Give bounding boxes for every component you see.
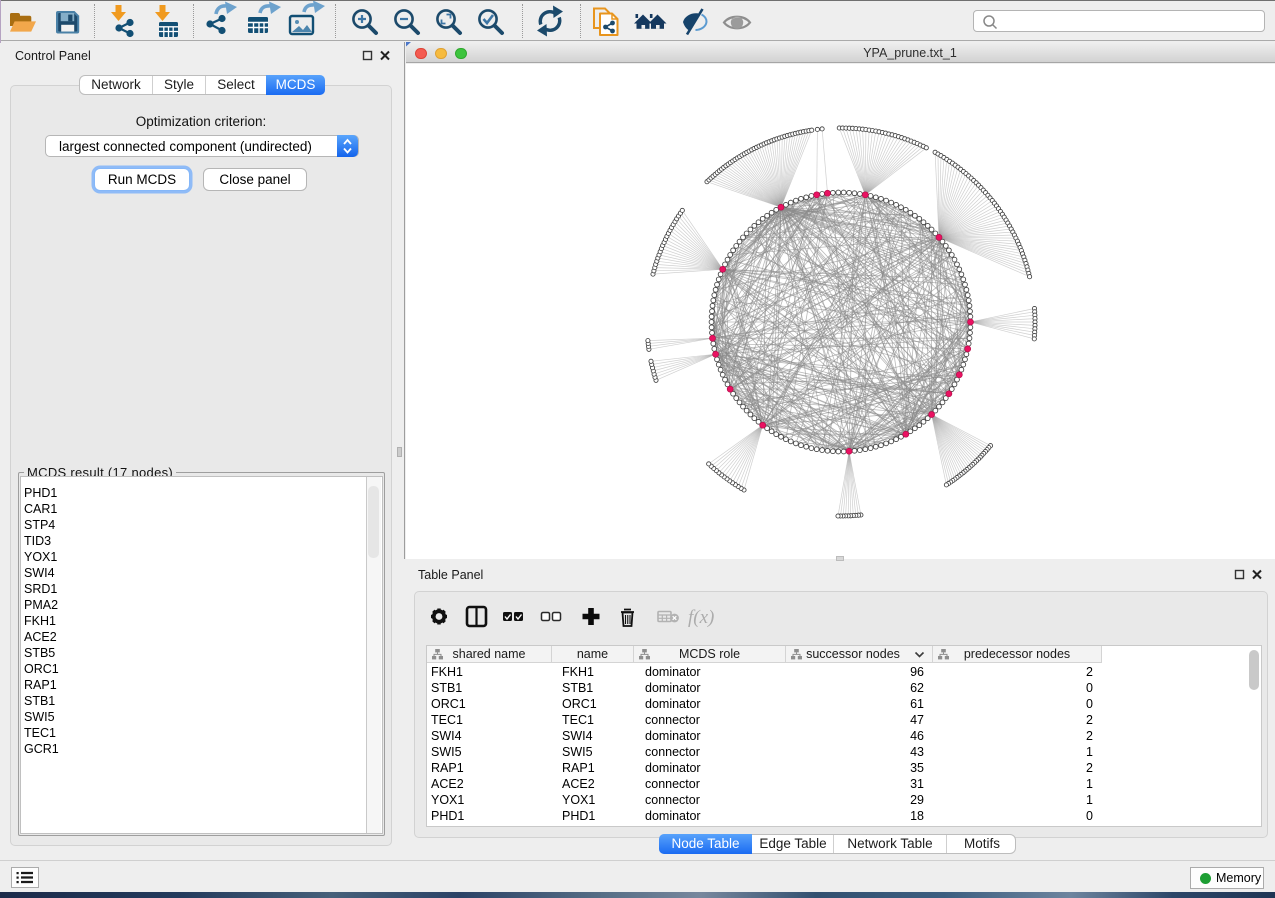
svg-text:f(x): f(x) [688,607,714,628]
